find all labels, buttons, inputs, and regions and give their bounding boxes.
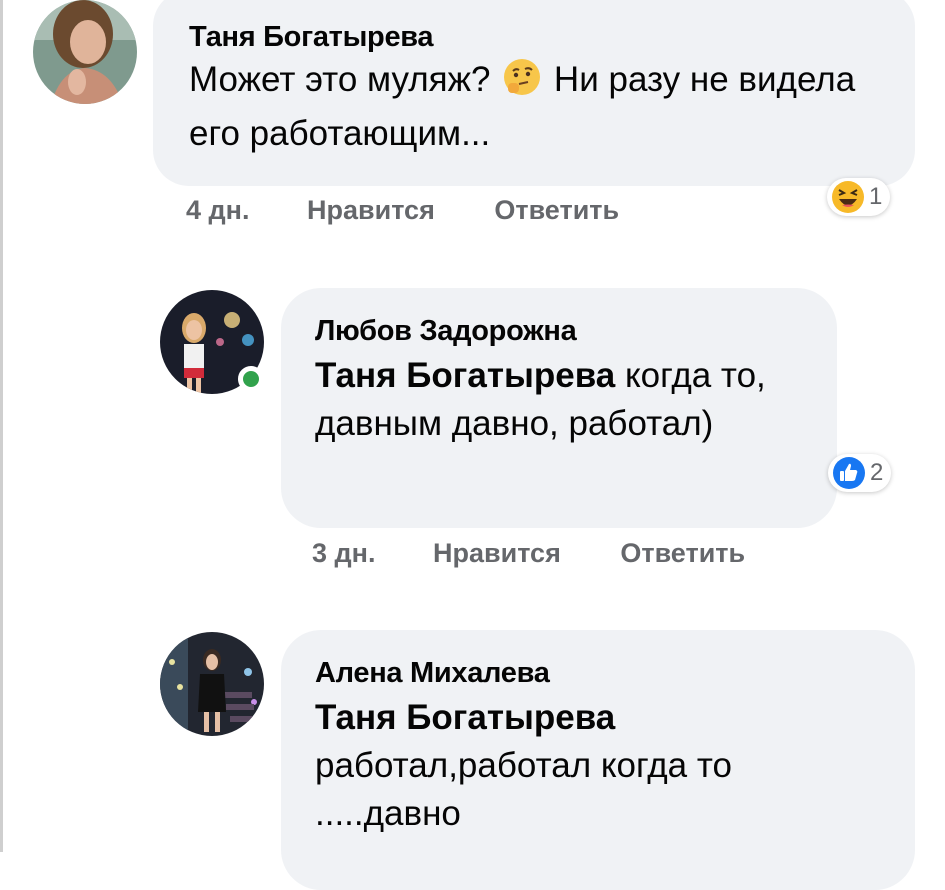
comment-time[interactable]: 4 дн. <box>186 195 249 226</box>
reaction-summary[interactable]: 1 <box>827 178 891 216</box>
online-status-indicator <box>238 366 264 392</box>
comment-text-part: Может это муляж? <box>189 60 491 99</box>
comment-author[interactable]: Любов Задорожна <box>315 314 817 348</box>
comment-text: Таня Богатырева работал,работал когда то… <box>315 694 895 838</box>
left-edge-rule <box>0 0 3 852</box>
haha-reaction-icon <box>832 181 864 213</box>
comment-bubble[interactable]: Любов Задорожна Таня Богатырева когда то… <box>281 288 837 528</box>
avatar[interactable] <box>160 632 264 736</box>
mention-link[interactable]: Таня Богатырева <box>315 694 895 742</box>
reaction-count: 2 <box>870 459 884 486</box>
comment-text: Таня Богатырева когда то, давным давно, … <box>315 352 785 448</box>
reaction-summary[interactable]: 2 <box>828 454 892 492</box>
comment-actions: 3 дн. Нравится Ответить <box>312 538 745 569</box>
comment-time[interactable]: 3 дн. <box>312 538 375 569</box>
reaction-count: 1 <box>869 183 883 210</box>
comment-author[interactable]: Таня Богатырева <box>189 20 895 54</box>
avatar[interactable] <box>33 0 137 104</box>
reply-button[interactable]: Ответить <box>620 538 745 569</box>
mention-link[interactable]: Таня Богатырева <box>315 356 615 395</box>
comment-bubble[interactable]: Таня Богатырева Может это муляж? Ни разу… <box>153 0 915 186</box>
comment-actions: 4 дн. Нравится Ответить <box>186 195 619 226</box>
reply-button[interactable]: Ответить <box>494 195 619 226</box>
thinking-face-emoji <box>502 57 542 110</box>
like-reaction-icon <box>833 457 865 489</box>
like-button[interactable]: Нравится <box>307 195 435 226</box>
comment-text-part: работал,работал когда то .....давно <box>315 746 732 833</box>
comment-text: Может это муляж? Ни разу не видела его р… <box>189 56 895 158</box>
comment-author[interactable]: Алена Михалева <box>315 656 895 690</box>
like-button[interactable]: Нравится <box>433 538 561 569</box>
comment-bubble[interactable]: Алена Михалева Таня Богатырева работал,р… <box>281 630 915 890</box>
